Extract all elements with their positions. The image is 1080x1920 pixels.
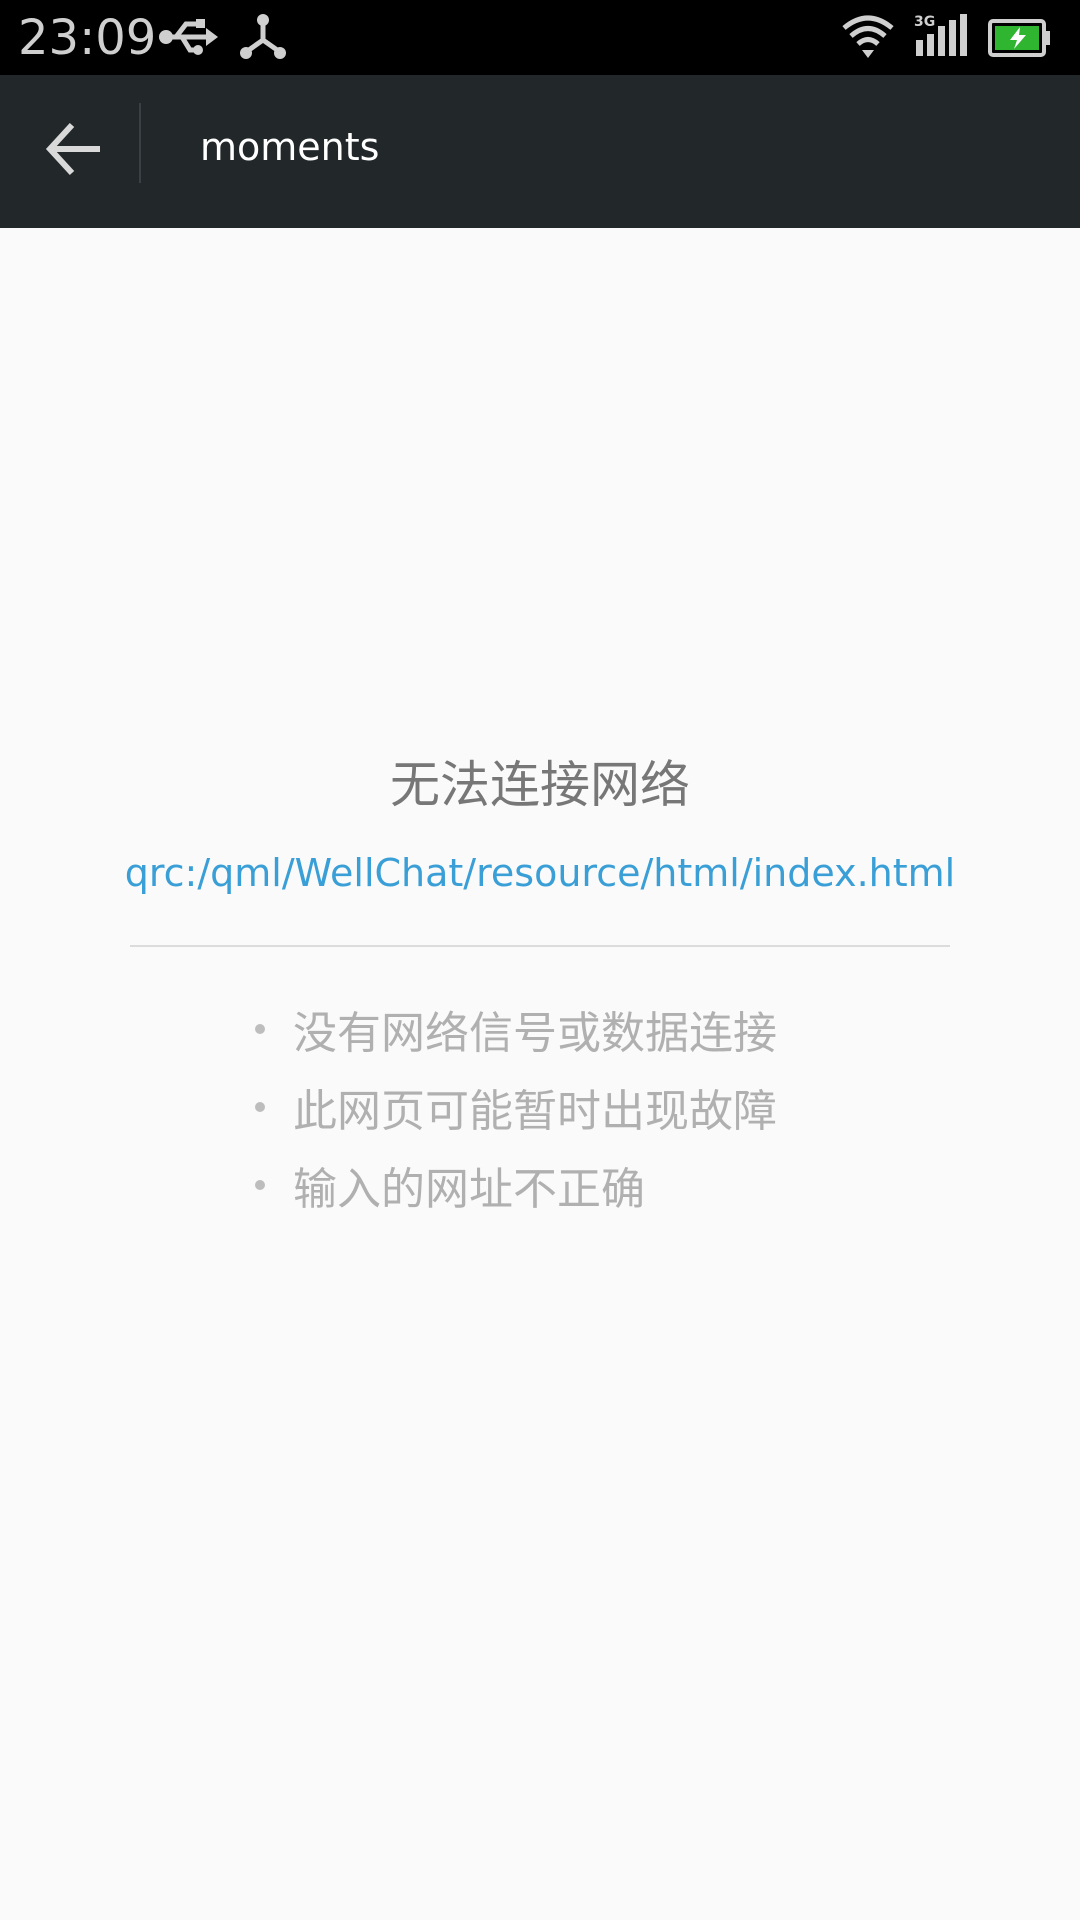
network-type-label: 3G bbox=[914, 14, 935, 30]
reason-text: 输入的网址不正确 bbox=[293, 1164, 645, 1215]
app-bar-divider bbox=[139, 103, 141, 183]
bullet-icon bbox=[255, 1024, 265, 1034]
error-url-link[interactable]: qrc:/qml/WellChat/resource/html/index.ht… bbox=[0, 846, 1080, 900]
signal-3g-icon: 3G bbox=[912, 12, 970, 66]
app-bar: moments bbox=[0, 75, 1080, 228]
usb-icon bbox=[158, 14, 220, 64]
error-title: 无法连接网络 bbox=[390, 756, 690, 814]
share-icon bbox=[238, 12, 288, 66]
list-item: 此网页可能暂时出现故障 bbox=[255, 1068, 777, 1146]
error-reasons-list: 没有网络信号或数据连接 此网页可能暂时出现故障 输入的网址不正确 bbox=[255, 990, 777, 1224]
page-title: moments bbox=[200, 125, 380, 169]
list-item: 没有网络信号或数据连接 bbox=[255, 990, 777, 1068]
bullet-icon bbox=[255, 1102, 265, 1112]
back-button[interactable] bbox=[20, 97, 128, 205]
battery-charging-icon bbox=[988, 18, 1052, 62]
reason-text: 此网页可能暂时出现故障 bbox=[293, 1086, 777, 1137]
status-bar: 23:09 3G bbox=[0, 0, 1080, 75]
divider bbox=[130, 945, 950, 947]
reason-text: 没有网络信号或数据连接 bbox=[293, 1008, 777, 1059]
arrow-left-icon bbox=[42, 117, 106, 185]
list-item: 输入的网址不正确 bbox=[255, 1146, 777, 1224]
web-content: 无法连接网络 qrc:/qml/WellChat/resource/html/i… bbox=[0, 228, 1080, 1920]
wifi-icon bbox=[842, 14, 894, 64]
status-time: 23:09 bbox=[18, 10, 157, 66]
bullet-icon bbox=[255, 1180, 265, 1190]
